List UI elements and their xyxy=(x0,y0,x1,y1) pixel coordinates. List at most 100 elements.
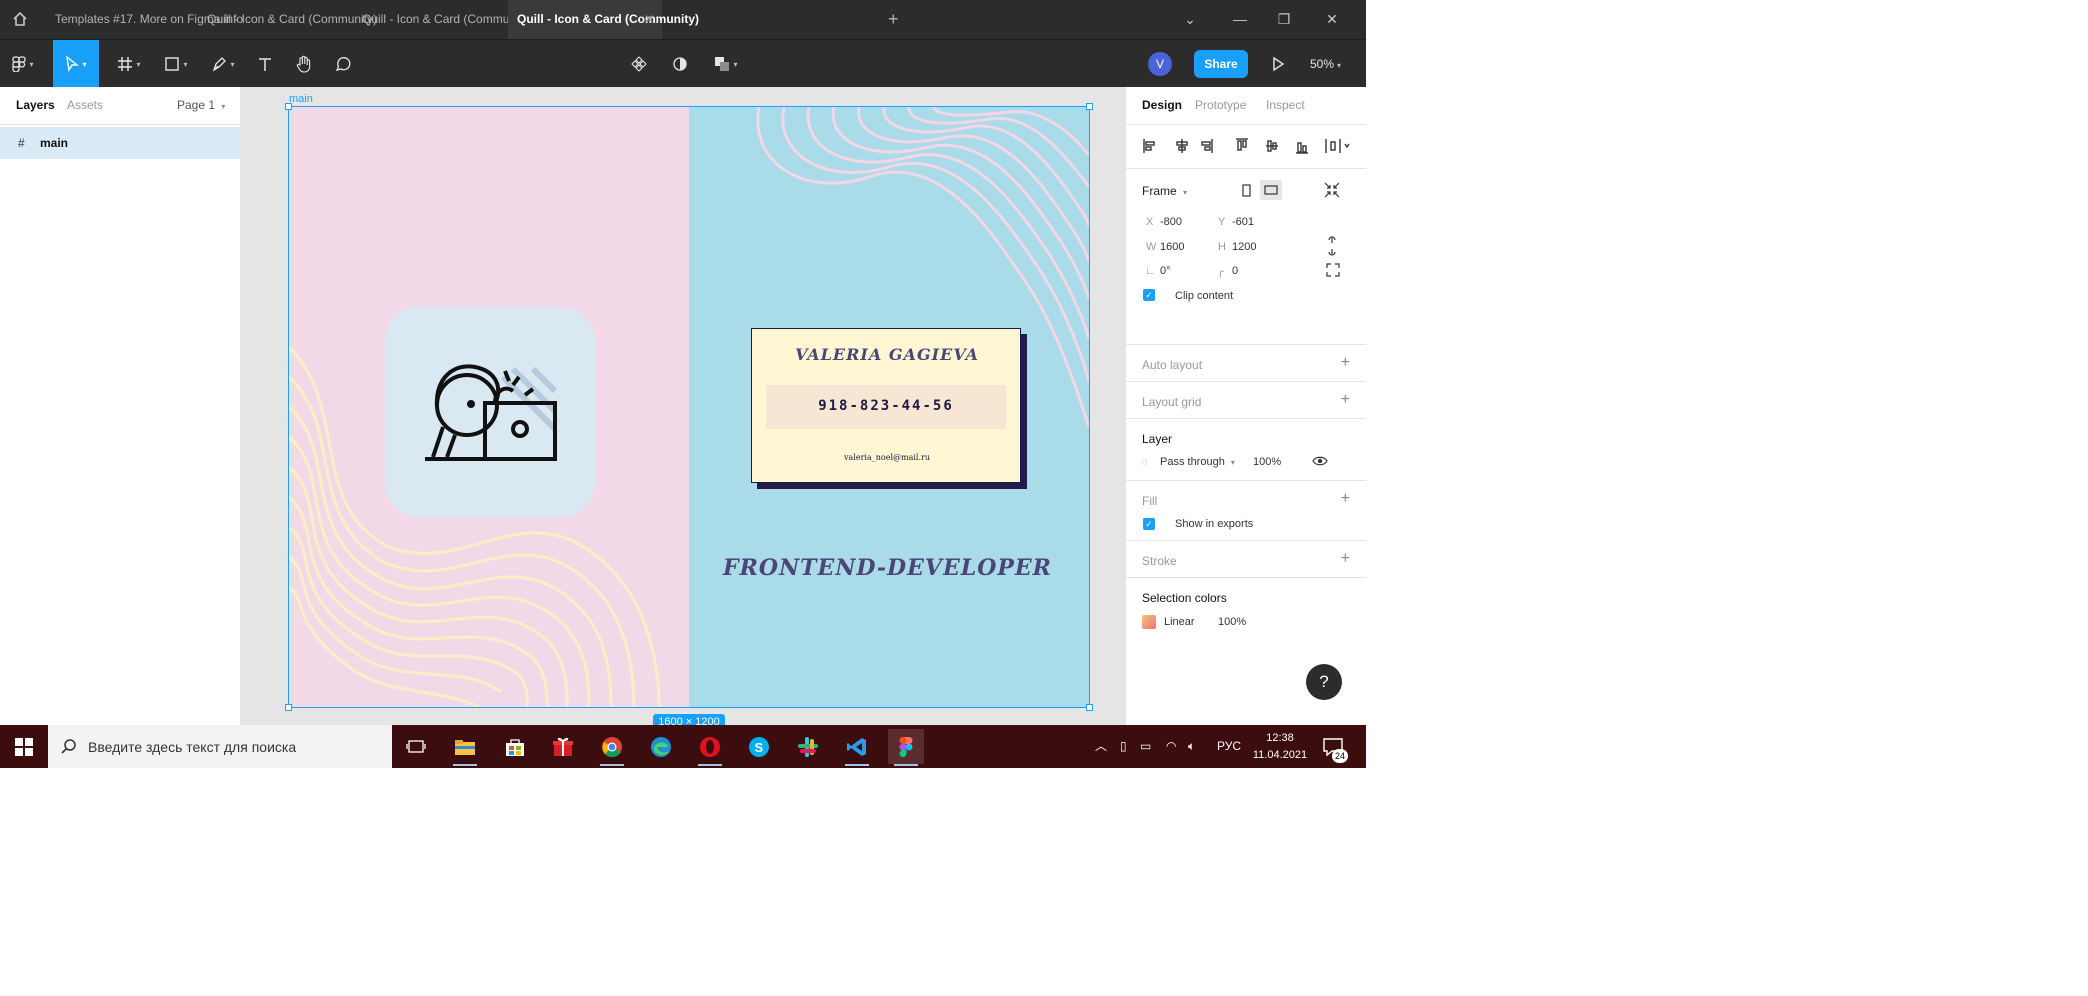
selection-outline xyxy=(288,106,1090,708)
volume-icon[interactable]: 🔈︎ xyxy=(1188,725,1195,768)
w-label: W xyxy=(1146,241,1157,253)
new-tab-button[interactable]: + xyxy=(888,0,899,39)
comment-tool-icon[interactable] xyxy=(320,40,366,88)
tab-assets[interactable]: Assets xyxy=(67,98,103,112)
height-input[interactable]: 1200 xyxy=(1232,241,1256,253)
pen-tool-icon[interactable]: ▾ xyxy=(200,40,246,88)
resize-handle-sw[interactable] xyxy=(285,704,292,711)
frame-name-label[interactable]: main xyxy=(289,93,313,105)
resize-handle-se[interactable] xyxy=(1086,704,1093,711)
tab-inspect[interactable]: Inspect xyxy=(1266,98,1305,112)
store-icon[interactable] xyxy=(497,729,533,764)
restore-icon[interactable]: ❐ xyxy=(1262,0,1306,39)
chrome-icon[interactable] xyxy=(594,729,630,766)
clip-content-checkbox[interactable]: ✓ xyxy=(1143,289,1155,301)
frame-hash-icon: # xyxy=(18,136,25,150)
rectangle-tool-icon[interactable]: ▾ xyxy=(153,40,199,88)
frame-preset-dropdown[interactable]: Frame ▾ xyxy=(1142,184,1187,198)
constrain-proportions-icon[interactable] xyxy=(1324,236,1340,256)
tab-design[interactable]: Design xyxy=(1142,98,1182,112)
search-placeholder: Введите здесь текст для поиска xyxy=(88,739,297,755)
stroke-title: Stroke xyxy=(1142,554,1177,568)
vscode-icon[interactable] xyxy=(839,729,875,766)
home-icon[interactable] xyxy=(8,8,32,30)
tab-quill-2[interactable]: Quill - Icon & Card (Community) xyxy=(352,0,532,39)
layer-name: main xyxy=(40,136,69,150)
language-indicator[interactable]: РУС xyxy=(1217,725,1241,768)
canvas[interactable]: main VALERIA GAGIEVA 918-823-44-56 valer… xyxy=(241,87,1125,725)
component-icon[interactable] xyxy=(616,40,662,88)
close-tab-icon[interactable]: ✕ xyxy=(644,0,654,39)
chevron-down-icon: ▾ xyxy=(221,102,226,111)
slack-icon[interactable] xyxy=(790,729,826,764)
portrait-icon xyxy=(1242,184,1251,197)
resize-handle-nw[interactable] xyxy=(285,103,292,110)
close-window-icon[interactable]: ✕ xyxy=(1310,0,1354,39)
frame-tool-icon[interactable]: ▾ xyxy=(106,40,152,88)
blend-mode-dropdown[interactable]: Pass through ▾ xyxy=(1160,456,1235,468)
help-button[interactable]: ? xyxy=(1306,664,1342,700)
zoom-dropdown[interactable]: 50% ▾ xyxy=(1310,40,1341,88)
resize-handle-ne[interactable] xyxy=(1086,103,1093,110)
y-input[interactable]: -601 xyxy=(1232,216,1254,228)
figma-icon[interactable] xyxy=(888,729,924,766)
layer-opacity-input[interactable]: 100% xyxy=(1253,456,1281,468)
opera-icon[interactable] xyxy=(692,729,728,766)
tablet-icon[interactable]: ▯ xyxy=(1120,725,1127,768)
boolean-icon[interactable]: ▾ xyxy=(703,40,749,88)
add-stroke-button[interactable]: + xyxy=(1341,550,1350,568)
gift-app-icon[interactable] xyxy=(545,729,581,764)
selection-colors-title: Selection colors xyxy=(1142,591,1227,605)
zoom-value: 50% xyxy=(1310,57,1335,71)
taskbar-search-field[interactable]: Введите здесь текст для поиска xyxy=(48,725,392,768)
minimize-icon[interactable]: — xyxy=(1218,0,1262,39)
clock[interactable]: 12:38 11.04.2021 xyxy=(1248,730,1312,764)
clock-date: 11.04.2021 xyxy=(1252,749,1308,761)
page-selector[interactable]: Page 1 ▾ xyxy=(177,98,225,112)
file-explorer-icon[interactable] xyxy=(447,729,483,766)
independent-corners-icon[interactable] xyxy=(1326,263,1340,277)
layer-row-main[interactable]: # main xyxy=(0,127,240,159)
chevron-down-icon[interactable]: ⌄ xyxy=(1168,0,1212,39)
tab-layers[interactable]: Layers xyxy=(16,98,55,112)
windows-start-icon[interactable] xyxy=(0,725,48,768)
task-view-icon[interactable] xyxy=(398,729,434,764)
layer-section: Layer ◌ Pass through ▾ 100% xyxy=(1126,418,1366,480)
gradient-swatch[interactable] xyxy=(1142,615,1156,629)
x-input[interactable]: -800 xyxy=(1160,216,1182,228)
eye-icon[interactable] xyxy=(1312,453,1328,469)
resize-to-fit-icon[interactable] xyxy=(1322,180,1342,200)
tab-quill-active[interactable]: Quill - Icon & Card (Community) ✕ xyxy=(508,0,699,39)
user-avatar[interactable]: V xyxy=(1148,52,1172,76)
present-play-icon[interactable] xyxy=(1266,52,1290,76)
wifi-icon[interactable]: ◠ xyxy=(1166,725,1176,768)
blend-mode-value: Pass through xyxy=(1160,456,1225,468)
tab-prototype[interactable]: Prototype xyxy=(1195,98,1246,112)
frame-title: Frame xyxy=(1142,184,1177,198)
alignment-bar xyxy=(1143,138,1350,154)
main-menu-icon[interactable]: ▾ xyxy=(0,40,46,88)
selection-color-opacity[interactable]: 100% xyxy=(1218,616,1246,628)
tab-templates[interactable]: Templates #17. More on Figma.info xyxy=(40,0,243,39)
battery-icon[interactable]: ▭ xyxy=(1140,725,1151,768)
h-label: H xyxy=(1218,241,1226,253)
move-tool-icon[interactable]: ▾ xyxy=(53,40,99,88)
skype-icon[interactable]: S xyxy=(741,729,777,764)
add-auto-layout-button[interactable]: + xyxy=(1341,354,1350,372)
chevron-up-icon[interactable]: ︿ xyxy=(1095,725,1107,768)
tab-label: Quill - Icon & Card (Community) xyxy=(362,12,533,26)
show-in-exports-checkbox[interactable]: ✓ xyxy=(1143,518,1155,530)
auto-layout-title: Auto layout xyxy=(1142,358,1203,372)
add-fill-button[interactable]: + xyxy=(1341,490,1350,508)
share-button[interactable]: Share xyxy=(1194,50,1248,78)
mask-icon[interactable] xyxy=(657,40,703,88)
selection-colors-section: Selection colors Linear 100% xyxy=(1126,577,1366,647)
align-center-v-icon xyxy=(1266,140,1278,152)
orientation-toggle[interactable] xyxy=(1236,177,1296,203)
add-layout-grid-button[interactable]: + xyxy=(1341,391,1350,409)
tab-quill-1[interactable]: Quill - Icon & Card (Community) xyxy=(197,0,377,39)
width-input[interactable]: 1600 xyxy=(1160,241,1184,253)
radius-input[interactable]: 0 xyxy=(1232,265,1238,277)
edge-icon[interactable] xyxy=(643,729,679,764)
rotation-input[interactable]: 0° xyxy=(1160,265,1171,277)
